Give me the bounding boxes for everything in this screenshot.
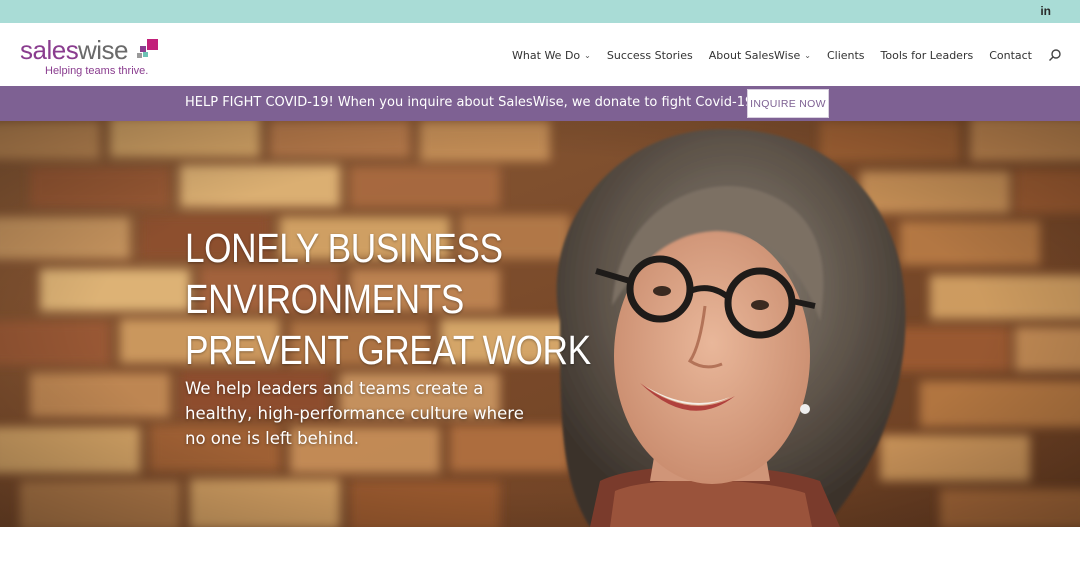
logo-word-sales: sales	[20, 35, 79, 65]
nav-item-label: What We Do	[512, 48, 581, 62]
inquire-now-button[interactable]: INQUIRE NOW	[747, 89, 829, 118]
site-header: sales wise Helping teams thrive. What We…	[0, 23, 1080, 86]
hero-subtext: We help leaders and teams create a healt…	[185, 379, 524, 448]
hero-headline: LONELY BUSINESS ENVIRONMENTS PREVENT GRE…	[185, 223, 591, 376]
logo-word-wise: wise	[78, 35, 129, 65]
linkedin-icon[interactable]: in	[1040, 4, 1051, 18]
logo-square-icon	[147, 39, 158, 50]
chevron-down-icon: ⌄	[584, 50, 591, 60]
nav-item-success-stories[interactable]: Success Stories	[607, 49, 693, 62]
hero-headline-line: LONELY BUSINESS	[185, 225, 503, 271]
chevron-down-icon: ⌄	[804, 50, 811, 60]
saleswise-logo[interactable]: sales wise Helping teams thrive.	[20, 35, 170, 80]
banner-message: HELP FIGHT COVID-19! When you inquire ab…	[185, 95, 758, 110]
nav-item-label: Contact	[989, 48, 1032, 62]
nav-item-what-we-do[interactable]: What We Do ⌄	[512, 49, 591, 62]
nav-item-label: About SalesWise	[708, 48, 801, 62]
main-nav: What We Do ⌄ Success Stories About Sales…	[496, 48, 1062, 62]
content-area	[0, 527, 1080, 575]
nav-item-tools-for-leaders[interactable]: Tools for Leaders	[881, 49, 974, 62]
hero-headline-line: ENVIRONMENTS	[185, 276, 464, 322]
nav-item-about-saleswise[interactable]: About SalesWise ⌄	[709, 49, 811, 62]
nav-item-label: Clients	[826, 48, 865, 62]
nav-item-label: Tools for Leaders	[880, 48, 974, 62]
top-bar: in	[0, 0, 1080, 23]
nav-item-label: Success Stories	[606, 48, 693, 62]
logo-tagline: Helping teams thrive.	[45, 65, 149, 77]
logo-square-icon	[137, 53, 142, 58]
nav-item-contact[interactable]: Contact	[989, 49, 1032, 62]
search-icon[interactable]	[1048, 48, 1062, 62]
hero-section: LONELY BUSINESS ENVIRONMENTS PREVENT GRE…	[0, 121, 1080, 527]
covid-banner: HELP FIGHT COVID-19! When you inquire ab…	[0, 86, 1080, 121]
nav-item-clients[interactable]: Clients	[827, 49, 865, 62]
hero-headline-line: PREVENT GREAT WORK	[185, 327, 591, 373]
logo-square-icon	[143, 52, 148, 57]
